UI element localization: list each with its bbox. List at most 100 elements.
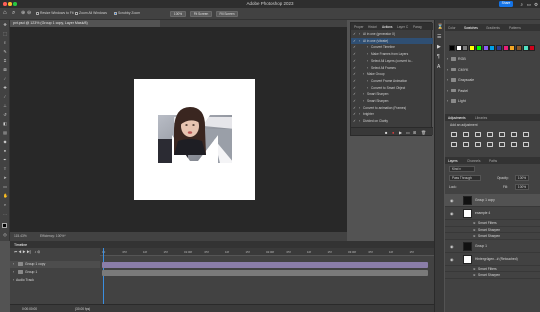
play-timeline-icon[interactable]: ▶ <box>22 250 25 254</box>
settings-icon[interactable]: ⚙ <box>534 2 538 8</box>
play-icon[interactable]: ▶ <box>399 130 402 135</box>
chevron-right-icon[interactable]: › <box>447 97 448 106</box>
zoom-out-icon[interactable]: ⊖ <box>27 10 31 16</box>
disclosure-icon[interactable]: › <box>359 118 360 125</box>
action-row[interactable]: ✓ › Convert to animation (Frames) <box>351 105 433 112</box>
posterize-icon[interactable] <box>511 142 517 147</box>
timeline-ruler[interactable]: 0005f10f15f01:00f05f10f15f02:00f05f10f15… <box>100 248 434 256</box>
curves-icon[interactable] <box>475 132 481 137</box>
swatch-group[interactable]: › Grayscale <box>445 76 540 85</box>
quick-select-tool-icon[interactable]: ✎ <box>3 50 7 54</box>
action-row[interactable]: ✓ › brighter <box>351 111 433 118</box>
document-canvas[interactable] <box>134 79 255 200</box>
frame-tool-icon[interactable]: ⊠ <box>3 68 7 72</box>
swatch-group[interactable]: › Pastel <box>445 87 540 96</box>
new-set-icon[interactable]: ▭ <box>406 130 410 135</box>
layer-kind-filter[interactable]: Kind ▾ <box>449 166 475 172</box>
timeline-track[interactable]: › Audio Track <box>10 277 100 284</box>
invert-icon[interactable] <box>499 142 505 147</box>
disclosure-icon[interactable]: › <box>359 105 360 112</box>
previous-frame-icon[interactable]: ◀ <box>18 250 21 254</box>
chevron-right-icon[interactable]: › <box>447 76 448 85</box>
action-row[interactable]: ✓ › Smart Sharpen <box>351 98 433 105</box>
color-swatch[interactable] <box>495 45 502 51</box>
history-panel-icon[interactable]: ⌛ <box>437 24 443 30</box>
exposure-icon[interactable] <box>487 132 493 137</box>
threshold-icon[interactable] <box>523 142 529 147</box>
checkmark-icon[interactable]: ✓ <box>353 51 357 58</box>
color-swatch[interactable] <box>475 45 482 51</box>
visibility-eye-icon[interactable]: ◉ <box>450 194 454 207</box>
move-tool-icon[interactable]: ✥ <box>3 23 7 27</box>
tab-properties[interactable]: Proper <box>354 25 364 29</box>
swatch-group[interactable]: › CMYK <box>445 66 540 75</box>
fill-screen-button[interactable]: Fill Screen <box>216 10 238 17</box>
disclosure-icon[interactable]: › <box>363 71 364 78</box>
clone-stamp-icon[interactable]: ⊥ <box>3 104 7 108</box>
color-balance-icon[interactable] <box>523 132 529 137</box>
hand-tool-icon[interactable]: ✋ <box>3 194 8 198</box>
disclosure-icon[interactable]: › <box>359 31 360 38</box>
paragraph-panel-icon[interactable]: ¶ <box>437 54 440 60</box>
color-swatch[interactable] <box>455 45 462 51</box>
action-row[interactable]: ✓ › Select All Layers (convert to... <box>351 58 433 65</box>
first-frame-icon[interactable]: ⏮ <box>14 250 17 254</box>
chevron-right-icon[interactable]: › <box>447 55 448 64</box>
search-icon[interactable]: ⌕ <box>520 2 523 7</box>
layer-row[interactable]: ◉ Hintergrügen...# (Retouched) <box>445 253 540 266</box>
checkmark-icon[interactable]: ✓ <box>353 38 357 45</box>
home-icon[interactable]: ⌂ <box>3 10 7 16</box>
blend-mode-select[interactable]: Pass Through <box>449 175 481 181</box>
zoom-all-checkbox[interactable]: Zoom All Windows <box>75 11 107 15</box>
action-row[interactable]: ✓ › Make Frames from Layers <box>351 51 433 58</box>
color-lookup-icon[interactable] <box>487 142 493 147</box>
chevron-right-icon[interactable]: › <box>13 277 14 284</box>
channel-mixer-icon[interactable] <box>475 142 481 147</box>
color-swatch[interactable] <box>529 45 536 51</box>
swatch-group[interactable]: › Light <box>445 97 540 106</box>
action-row[interactable]: ✓ › Convert Frame Animation <box>351 78 433 85</box>
foreground-color-swatch[interactable] <box>2 223 7 228</box>
disclosure-icon[interactable]: › <box>367 44 368 51</box>
color-swatch[interactable] <box>462 45 469 51</box>
clip-group-1[interactable] <box>102 270 428 276</box>
fill-field[interactable]: 100% <box>515 184 529 190</box>
fit-screen-button[interactable]: Fit Screen <box>190 10 212 17</box>
action-row[interactable]: ✓ › AI in one (generator X) <box>351 31 433 38</box>
brightness-contrast-icon[interactable] <box>451 132 457 137</box>
properties-panel-icon[interactable]: ☰ <box>437 34 441 40</box>
history-brush-icon[interactable]: ↺ <box>3 113 7 117</box>
color-swatch[interactable] <box>516 45 522 51</box>
tab-paragraph[interactable]: Parag <box>413 25 422 29</box>
tab-channels[interactable]: Channels <box>467 159 480 163</box>
visibility-eye-icon[interactable]: ◉ <box>450 253 454 266</box>
layer-row[interactable]: ◉ Group 1 <box>445 240 540 253</box>
action-row[interactable]: ✓ › Smart Sharpen <box>351 91 433 98</box>
checkmark-icon[interactable]: ✓ <box>353 44 357 51</box>
checkmark-icon[interactable]: ✓ <box>353 71 357 78</box>
tab-color[interactable]: Color <box>448 26 456 30</box>
tab-adjustments[interactable]: Adjustments <box>448 116 466 120</box>
timeline-track[interactable]: › Group 1 <box>10 269 100 276</box>
quick-mask-icon[interactable]: ◎ <box>3 233 7 237</box>
gradient-tool-icon[interactable]: ▤ <box>3 131 7 135</box>
chevron-right-icon[interactable]: › <box>447 87 448 96</box>
disclosure-icon[interactable]: › <box>367 78 368 85</box>
brush-tool-icon[interactable]: ∕ <box>3 95 7 99</box>
tab-patterns[interactable]: Patterns <box>509 26 521 30</box>
visibility-eye-icon[interactable]: ◉ <box>450 240 454 253</box>
eraser-tool-icon[interactable]: ◧ <box>3 122 7 126</box>
new-action-icon[interactable]: ⊞ <box>413 130 416 135</box>
clip-group-1-copy[interactable] <box>102 262 428 268</box>
pen-tool-icon[interactable]: ✒ <box>3 158 7 162</box>
photo-filter-icon[interactable] <box>463 142 469 147</box>
disclosure-icon[interactable]: › <box>359 111 360 118</box>
vibrance-icon[interactable] <box>499 132 505 137</box>
record-icon[interactable]: ● <box>392 130 394 135</box>
character-panel-icon[interactable]: A <box>437 64 440 70</box>
efficiency-readout[interactable]: Efficiency: 100%* <box>40 234 66 238</box>
actions-panel-icon[interactable]: ▶ <box>437 44 441 50</box>
document-tab[interactable]: pvt.psd @ 123% (Group 1 copy, Layer Mask… <box>10 20 160 27</box>
checkmark-icon[interactable]: ✓ <box>353 98 357 105</box>
color-swatch[interactable] <box>489 45 496 51</box>
